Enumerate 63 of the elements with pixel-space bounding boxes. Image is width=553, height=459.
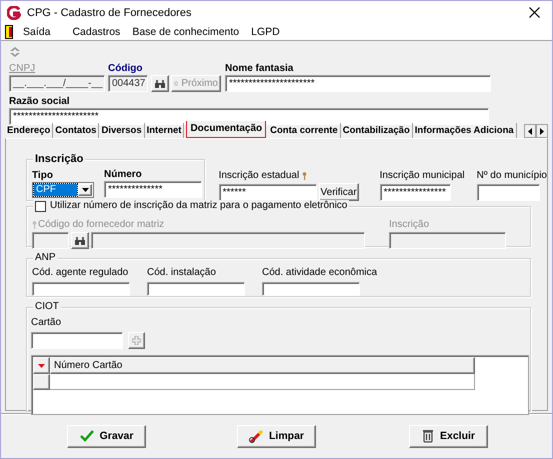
field-label: Inscrição xyxy=(389,219,430,231)
tab[interactable]: Documentação xyxy=(186,121,266,138)
field-label: Cartão xyxy=(31,317,62,329)
tipo-dropdown[interactable]: CPF xyxy=(32,182,94,198)
field-label: Cód. atividade econômica xyxy=(262,267,378,279)
input-field[interactable] xyxy=(476,184,540,201)
field-label: Razão social xyxy=(9,96,71,108)
window-title: CPG - Cadastro de Fornecedores xyxy=(27,6,192,18)
input-field[interactable] xyxy=(389,232,506,249)
dropdown-arrow-icon xyxy=(82,188,88,192)
left-arrow-icon xyxy=(528,128,532,134)
search-button[interactable] xyxy=(71,232,89,249)
input-field[interactable]: 004437 xyxy=(108,75,148,92)
input-field[interactable] xyxy=(32,282,130,296)
key-icon xyxy=(302,172,308,180)
binoculars-icon xyxy=(155,80,165,88)
checkbox-label: Utilizar número de inscrição da matriz para o pagamento eletrônico xyxy=(50,200,348,212)
action-button[interactable]: Gravar xyxy=(67,424,146,448)
search-button[interactable] xyxy=(151,75,169,92)
trash-can-icon xyxy=(422,429,434,443)
plus-icon xyxy=(174,79,178,88)
app-logo-icon xyxy=(7,6,21,20)
input-field[interactable] xyxy=(91,232,365,249)
close-icon[interactable] xyxy=(529,7,540,18)
exit-door-icon xyxy=(5,25,13,39)
field-label: Nome fantasia xyxy=(225,63,294,75)
field-label: Tipo xyxy=(32,170,54,182)
input-field[interactable]: ****** xyxy=(218,184,317,201)
field-label: Número xyxy=(104,169,143,181)
right-arrow-icon xyxy=(540,128,544,134)
action-button[interactable]: Excluir xyxy=(409,424,488,448)
input-field[interactable]: ********************** xyxy=(225,75,491,92)
field-label: Cód. agente regulado xyxy=(32,267,130,279)
key-icon xyxy=(32,221,37,229)
field-label: Código xyxy=(108,63,144,75)
binoculars-icon xyxy=(75,236,85,244)
action-button[interactable]: Limpar xyxy=(237,424,316,448)
field-label: CNPJ xyxy=(9,63,36,75)
input-field[interactable]: ************** xyxy=(104,181,202,198)
menu-item[interactable]: Cadastros xyxy=(66,26,126,38)
menu-item[interactable]: LGPD xyxy=(245,26,286,38)
input-field[interactable] xyxy=(32,232,69,249)
sort-down-icon xyxy=(38,364,45,368)
field-label: Código do fornecedor matriz xyxy=(38,219,164,231)
field-label: Inscrição estadual xyxy=(218,170,300,182)
field-label: Nº do município xyxy=(476,170,547,182)
group-title: Inscrição xyxy=(33,153,86,165)
verify-button[interactable]: Verificar xyxy=(318,183,359,201)
field-label: Cód. instalação xyxy=(147,267,217,279)
input-field[interactable]: ********************** xyxy=(9,108,489,125)
input-field[interactable] xyxy=(262,282,360,296)
input-field[interactable] xyxy=(31,332,123,349)
scroll-left-button[interactable] xyxy=(524,124,536,138)
check-mark-icon xyxy=(80,430,94,442)
plus-icon xyxy=(132,336,141,345)
input-field[interactable] xyxy=(147,282,245,296)
menu-item[interactable]: Saída xyxy=(17,26,56,38)
menu-item[interactable]: Base de conhecimento xyxy=(126,26,246,38)
input-field[interactable]: **************** xyxy=(380,184,451,201)
column-header[interactable]: Número Cartão xyxy=(50,357,475,374)
scroll-right-button[interactable] xyxy=(536,124,548,138)
field-label: Inscrição municipal xyxy=(380,170,465,182)
eraser-icon xyxy=(248,430,263,442)
